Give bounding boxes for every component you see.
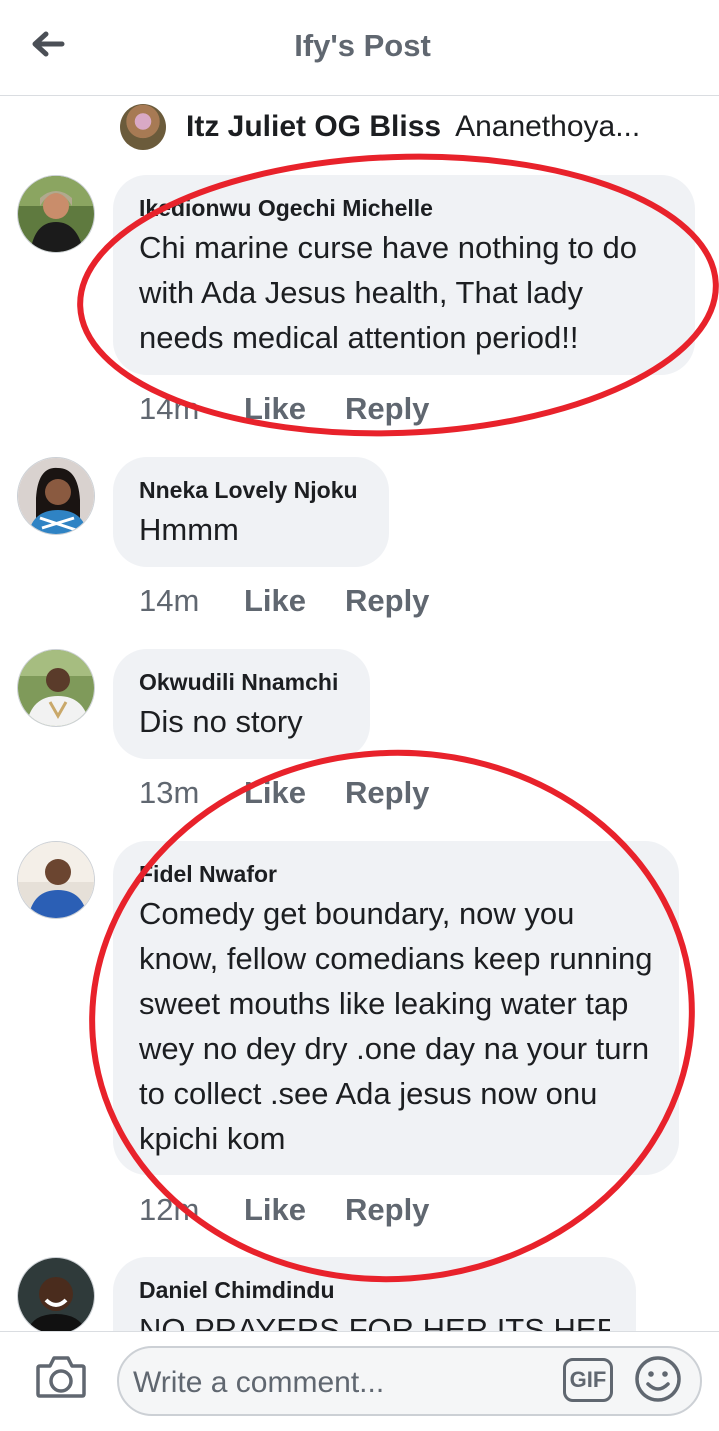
- avatar[interactable]: [17, 1257, 95, 1331]
- comment-bubble[interactable]: Daniel Chimdindu NO PRAYERS FOR HER ITS …: [113, 1257, 636, 1331]
- comment-input-placeholder: Write a comment...: [133, 1366, 385, 1399]
- page-title: Ify's Post: [294, 28, 431, 63]
- gif-button[interactable]: GIF: [563, 1358, 613, 1402]
- comment-time[interactable]: 12m: [139, 1192, 244, 1228]
- reply-preview-text: Ananethoya...: [455, 110, 641, 143]
- camera-button[interactable]: [34, 1352, 88, 1402]
- comment-bubble[interactable]: Ikedionwu Ogechi Michelle Chi marine cur…: [113, 175, 695, 375]
- comment-actions: 12m Like Reply: [139, 1190, 429, 1230]
- profile-photo: [18, 176, 94, 252]
- like-button[interactable]: Like: [244, 583, 345, 619]
- comment-bubble[interactable]: Fidel Nwafor Comedy get boundary, now yo…: [113, 841, 679, 1175]
- emoji-button[interactable]: [633, 1354, 683, 1404]
- comment-actions: 14m Like Reply: [139, 581, 429, 621]
- comment-composer: Write a comment... GIF: [0, 1331, 719, 1431]
- profile-photo: [18, 650, 94, 726]
- top-bar: Ify's Post: [0, 0, 719, 96]
- reply-button[interactable]: Reply: [345, 1192, 429, 1228]
- comment-actions: 14m Like Reply: [139, 389, 429, 429]
- commenter-name[interactable]: Fidel Nwafor: [139, 859, 653, 889]
- like-button[interactable]: Like: [244, 1192, 345, 1228]
- reply-button[interactable]: Reply: [345, 583, 429, 619]
- smiley-icon: [635, 1356, 681, 1402]
- reply-button[interactable]: Reply: [345, 775, 429, 811]
- comment-text: Chi marine curse have nothing to do with…: [139, 230, 638, 355]
- avatar[interactable]: [17, 841, 95, 919]
- commenter-name[interactable]: Nneka Lovely Njoku: [139, 475, 363, 505]
- comment-input[interactable]: Write a comment... GIF: [117, 1346, 702, 1416]
- avatar[interactable]: [17, 175, 95, 253]
- profile-photo: [18, 458, 94, 534]
- comment-text: NO PRAYERS FOR HER ITS HER: [139, 1312, 610, 1331]
- profile-photo: [18, 842, 94, 918]
- comment-feed[interactable]: Itz Juliet OG Bliss Ananethoya... Ikedio…: [0, 97, 719, 1331]
- camera-icon: [36, 1356, 86, 1398]
- reply-preview[interactable]: Itz Juliet OG Bliss Ananethoya...: [120, 102, 710, 152]
- comment-text: Dis no story: [139, 704, 303, 739]
- like-button[interactable]: Like: [244, 391, 345, 427]
- comment-bubble[interactable]: Nneka Lovely Njoku Hmmm: [113, 457, 389, 567]
- comment-actions: 13m Like Reply: [139, 773, 429, 813]
- reply-button[interactable]: Reply: [345, 391, 429, 427]
- reply-preview-name[interactable]: Itz Juliet OG Bliss: [186, 110, 441, 144]
- comment-bubble[interactable]: Okwudili Nnamchi Dis no story: [113, 649, 370, 759]
- avatar[interactable]: [17, 649, 95, 727]
- profile-photo: [18, 1258, 94, 1331]
- commenter-name[interactable]: Ikedionwu Ogechi Michelle: [139, 193, 669, 223]
- comment-time[interactable]: 14m: [139, 583, 244, 619]
- like-button[interactable]: Like: [244, 775, 345, 811]
- comment-time[interactable]: 13m: [139, 775, 244, 811]
- comment-text: Comedy get boundary, now you know, fello…: [139, 896, 653, 1156]
- comment-text: Hmmm: [139, 512, 239, 547]
- commenter-name[interactable]: Daniel Chimdindu: [139, 1275, 610, 1305]
- commenter-name[interactable]: Okwudili Nnamchi: [139, 667, 344, 697]
- comment-time[interactable]: 14m: [139, 391, 244, 427]
- avatar[interactable]: [120, 104, 166, 150]
- avatar[interactable]: [17, 457, 95, 535]
